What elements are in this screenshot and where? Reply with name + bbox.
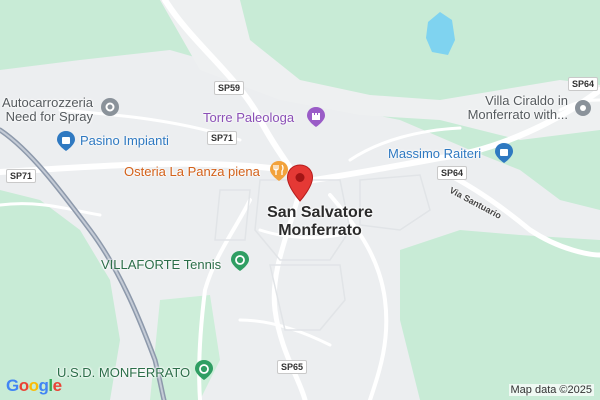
logo-letter: g bbox=[38, 376, 49, 395]
logo-text: Google bbox=[6, 376, 62, 395]
road-shield-sp71-west: SP71 bbox=[6, 169, 37, 183]
wrench-icon bbox=[101, 98, 119, 116]
lake bbox=[426, 12, 455, 55]
road-shield-sp59: SP59 bbox=[214, 81, 245, 95]
map-view[interactable]: SP59 SP71 SP71 SP64 SP64 SP65 Via Santua… bbox=[0, 0, 600, 400]
poi-label-pasino: Pasino Impianti bbox=[80, 133, 169, 148]
logo-letter: o bbox=[28, 376, 39, 395]
place-icon bbox=[575, 100, 591, 116]
poi-label-villaforte: VILLAFORTE Tennis bbox=[101, 257, 222, 272]
poi-label-line2: Need for Spray bbox=[5, 109, 93, 125]
town-label: San Salvatore Monferrato bbox=[254, 204, 386, 239]
poi-label-torre: Torre Paleologa bbox=[203, 110, 295, 125]
location-pin-icon[interactable] bbox=[286, 164, 314, 202]
sports-icon bbox=[195, 360, 213, 380]
google-logo[interactable]: Google bbox=[6, 376, 62, 396]
castle-icon bbox=[307, 107, 325, 127]
logo-letter: e bbox=[52, 376, 62, 395]
poi-label-usd: U.S.D. MONFERRATO bbox=[57, 365, 191, 380]
logo-letter: G bbox=[6, 376, 19, 395]
map-attribution[interactable]: Map data ©2025 bbox=[508, 384, 594, 396]
green-patch-se bbox=[400, 230, 600, 400]
poi-label-osteria: Osteria La Panza piena bbox=[124, 164, 260, 179]
poi-label-villa-line2: Monferrato with... bbox=[467, 107, 568, 123]
town-label-line2: Monferrato bbox=[278, 221, 362, 239]
road-shield-sp71-east: SP71 bbox=[207, 131, 238, 145]
road-shield-sp64-east: SP64 bbox=[568, 77, 599, 91]
shopping-bag-icon bbox=[495, 143, 513, 163]
logo-letter: o bbox=[18, 376, 29, 395]
poi-label-massimo: Massimo Raiteri bbox=[388, 146, 482, 161]
sports-icon bbox=[231, 251, 249, 271]
road-shield-sp64: SP64 bbox=[437, 166, 468, 180]
road-shield-sp65: SP65 bbox=[277, 360, 308, 374]
town-label-line1: San Salvatore bbox=[267, 204, 373, 221]
shopping-bag-icon bbox=[57, 131, 75, 151]
